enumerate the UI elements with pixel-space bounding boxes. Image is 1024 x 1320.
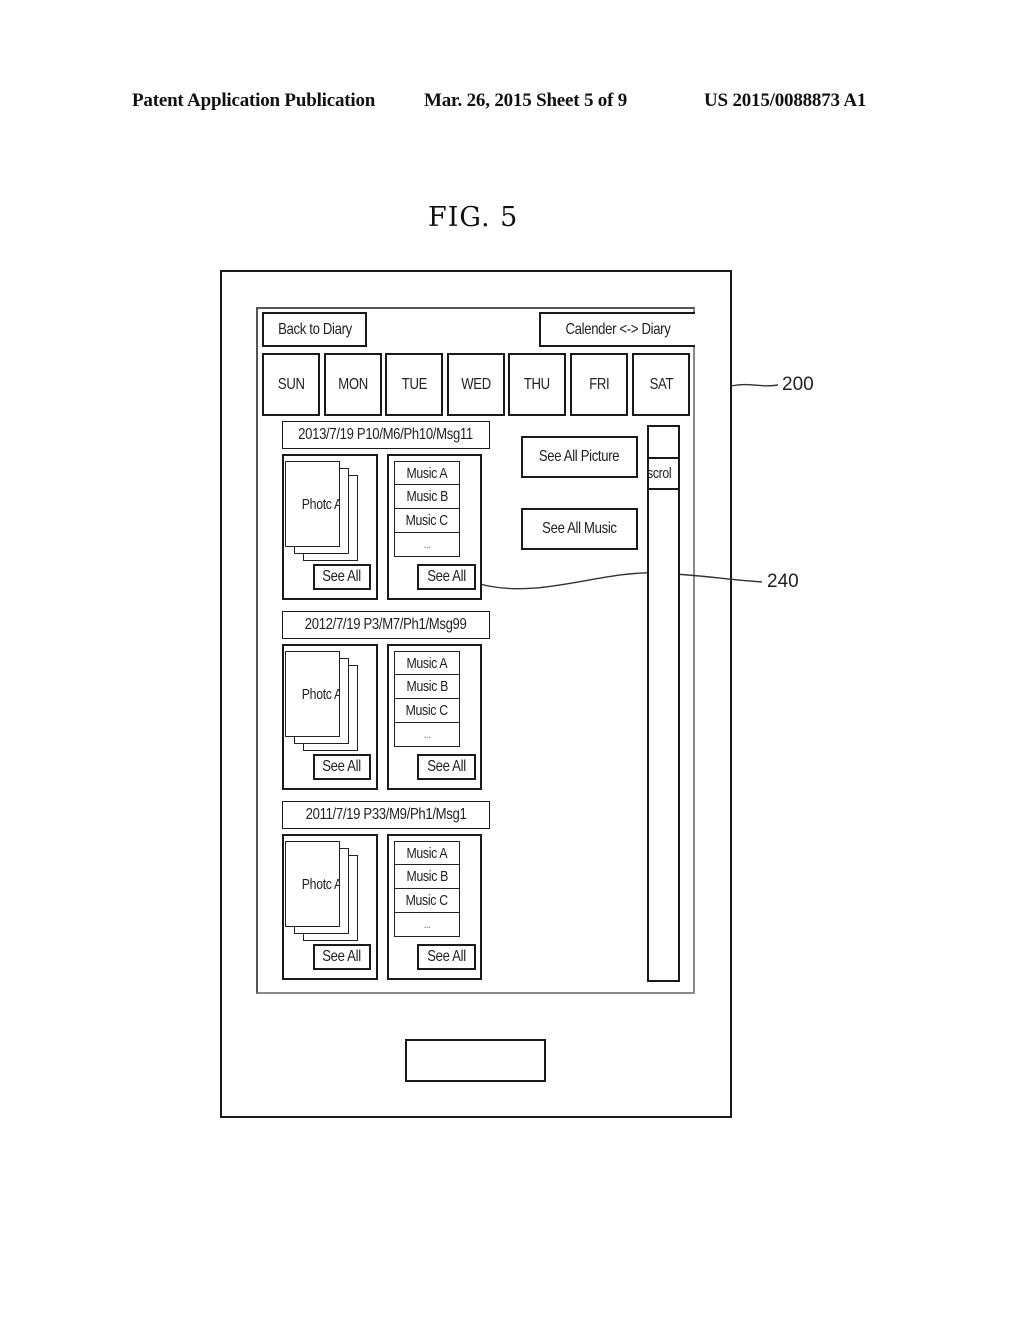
date-sheet-label: Mar. 26, 2015 Sheet 5 of 9 <box>424 90 628 111</box>
entry-summary-label: 2012/7/19 P3/M7/Ph1/Msg99 <box>305 616 467 633</box>
calendar-diary-toggle-button[interactable]: Calender <-> Diary <box>539 312 695 347</box>
music-see-all-label: See All <box>427 568 466 585</box>
music-more-item[interactable]: ... <box>394 533 460 557</box>
music-more-label: ... <box>423 538 431 551</box>
music-item-label: Music B <box>406 488 448 505</box>
entry-summary[interactable]: 2011/7/19 P33/M9/Ph1/Msg1 <box>282 801 490 829</box>
see-all-music-label: See All Music <box>542 520 617 537</box>
music-item-label: Music A <box>406 654 448 672</box>
photo-see-all-label: See All <box>322 948 362 965</box>
music-item-label: Music B <box>406 678 448 695</box>
music-item[interactable]: Music A <box>394 461 460 485</box>
photo-panel: Photc A See All <box>282 644 378 790</box>
weekday-sun[interactable]: SUN <box>262 353 320 416</box>
music-item[interactable]: Music B <box>394 485 460 509</box>
weekday-fri[interactable]: FRI <box>570 353 628 416</box>
music-more-label: ... <box>423 728 431 741</box>
music-see-all-button[interactable]: See All <box>417 944 476 970</box>
weekday-label: FRI <box>588 375 610 393</box>
music-item-label: Music C <box>405 892 449 909</box>
calendar-diary-toggle-label: Calender <-> Diary <box>565 320 671 338</box>
ref-numeral-240: 240 <box>767 571 799 592</box>
scrollbar-thumb[interactable]: scrol <box>647 457 680 490</box>
music-item[interactable]: Music B <box>394 675 460 699</box>
music-panel: Music A Music B Music C ... See All <box>387 834 482 980</box>
music-item[interactable]: Music C <box>394 889 460 913</box>
photo-see-all-label: See All <box>322 568 362 585</box>
photo-panel: Photc A See All <box>282 834 378 980</box>
music-see-all-button[interactable]: See All <box>417 754 476 780</box>
see-all-music-button[interactable]: See All Music <box>521 508 638 550</box>
music-more-item[interactable]: ... <box>394 723 460 747</box>
photo-see-all-button[interactable]: See All <box>313 944 371 970</box>
weekday-label: SAT <box>649 375 673 393</box>
entry-summary[interactable]: 2013/7/19 P10/M6/Ph10/Msg11 <box>282 421 490 449</box>
music-list: Music A Music B Music C ... <box>394 841 460 937</box>
music-see-all-button[interactable]: See All <box>417 564 476 590</box>
see-all-picture-label: See All Picture <box>539 448 620 465</box>
music-item-label: Music A <box>406 464 448 482</box>
weekday-label: WED <box>461 375 491 393</box>
publication-label: Patent Application Publication <box>132 90 376 111</box>
music-item-label: Music C <box>405 512 449 529</box>
patent-number: US 2015/0088873 A1 <box>704 90 867 111</box>
weekday-label: THU <box>524 375 550 393</box>
photo-see-all-label: See All <box>322 758 362 775</box>
photo-see-all-button[interactable]: See All <box>313 754 371 780</box>
weekday-mon[interactable]: MON <box>324 353 382 416</box>
entry-summary[interactable]: 2012/7/19 P3/M7/Ph1/Msg99 <box>282 611 490 639</box>
music-see-all-label: See All <box>427 948 466 965</box>
music-item[interactable]: Music C <box>394 509 460 533</box>
weekday-label: SUN <box>277 375 305 393</box>
entry-summary-label: 2011/7/19 P33/M9/Ph1/Msg1 <box>305 806 467 823</box>
photo-thumbnail[interactable]: Photc A <box>285 461 340 547</box>
music-item-label: Music C <box>405 702 449 719</box>
music-more-item[interactable]: ... <box>394 913 460 937</box>
music-item-label: Music B <box>406 868 448 885</box>
weekday-tue[interactable]: TUE <box>385 353 443 416</box>
back-to-diary-button[interactable]: Back to Diary <box>262 312 367 347</box>
music-see-all-label: See All <box>427 758 466 775</box>
leader-line-200 <box>730 383 779 387</box>
figure-label: FIG. 5 <box>428 202 519 233</box>
photo-label: Photc A <box>301 495 340 513</box>
weekday-sat[interactable]: SAT <box>632 353 690 416</box>
home-button[interactable] <box>405 1039 546 1082</box>
photo-label: Photc A <box>301 685 340 703</box>
ref-numeral-200: 200 <box>782 374 814 395</box>
back-to-diary-label: Back to Diary <box>277 320 352 338</box>
weekday-label: TUE <box>401 375 427 393</box>
music-item[interactable]: Music B <box>394 865 460 889</box>
music-item[interactable]: Music A <box>394 651 460 675</box>
music-item-label: Music A <box>406 844 448 862</box>
weekday-thu[interactable]: THU <box>508 353 566 416</box>
photo-see-all-button[interactable]: See All <box>313 564 371 590</box>
music-more-label: ... <box>423 918 431 931</box>
music-list: Music A Music B Music C ... <box>394 461 460 557</box>
weekday-label: MON <box>338 375 368 393</box>
music-item[interactable]: Music C <box>394 699 460 723</box>
weekday-wed[interactable]: WED <box>447 353 505 416</box>
music-panel: Music A Music B Music C ... See All <box>387 644 482 790</box>
scrollbar-track[interactable]: scrol <box>647 425 680 982</box>
music-list: Music A Music B Music C ... <box>394 651 460 747</box>
photo-thumbnail[interactable]: Photc A <box>285 651 340 737</box>
music-item[interactable]: Music A <box>394 841 460 865</box>
music-panel: Music A Music B Music C ... See All <box>387 454 482 600</box>
scrollbar-thumb-label: scrol <box>647 465 672 482</box>
photo-panel: Photc A See All <box>282 454 378 600</box>
see-all-picture-button[interactable]: See All Picture <box>521 436 638 478</box>
entry-summary-label: 2013/7/19 P10/M6/Ph10/Msg11 <box>298 426 474 443</box>
photo-thumbnail[interactable]: Photc A <box>285 841 340 927</box>
photo-label: Photc A <box>301 875 340 893</box>
